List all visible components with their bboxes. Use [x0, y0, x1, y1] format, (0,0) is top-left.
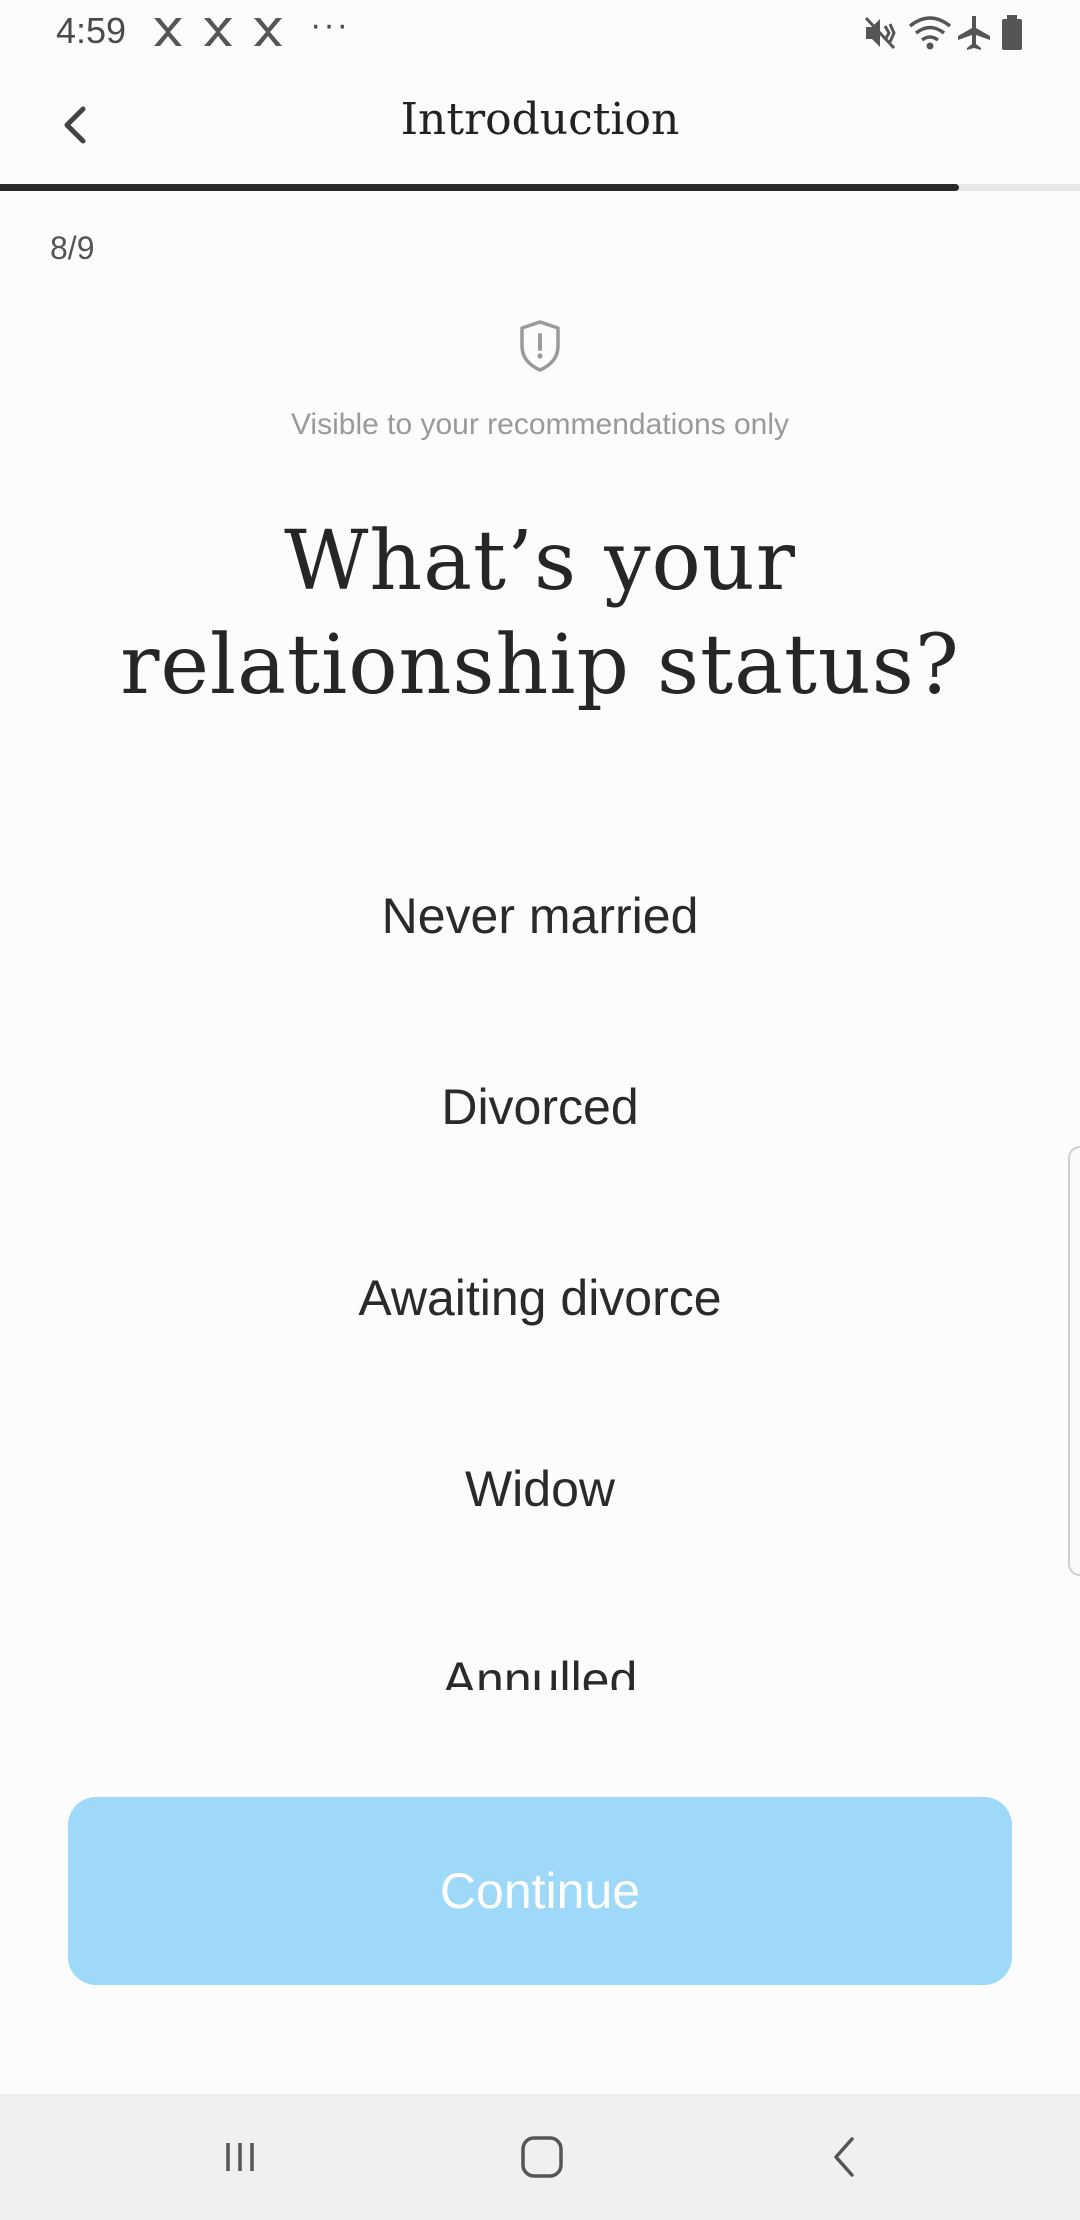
page-title: Introduction: [400, 94, 680, 145]
relationship-status-options[interactable]: Never married Divorced Awaiting divorce …: [0, 820, 1080, 1690]
continue-button[interactable]: Continue: [68, 1797, 1012, 1985]
visibility-note: Visible to your recommendations only: [290, 408, 790, 441]
step-counter: 8/9: [50, 230, 95, 266]
edge-panel-handle[interactable]: [1068, 1146, 1080, 1576]
option-widow[interactable]: Widow: [0, 1429, 1080, 1549]
question-line-1: What’s your: [284, 514, 796, 609]
status-time: 4:59: [56, 10, 127, 51]
back-icon: [834, 2137, 854, 2177]
status-overflow: ···: [310, 6, 350, 44]
shield-alert-icon: [520, 320, 560, 372]
recent-apps-icon: [226, 2143, 254, 2171]
progress-bar: [0, 184, 1080, 191]
status-bar: 4:59 ···: [0, 0, 1080, 64]
app-header: Introduction: [0, 64, 1080, 188]
progress-bar-fill: [0, 184, 960, 191]
option-awaiting-divorce[interactable]: Awaiting divorce: [0, 1238, 1080, 1358]
option-never-married[interactable]: Never married: [0, 856, 1080, 976]
system-nav-bar: [0, 2094, 1080, 2220]
x-shape-icon: [154, 18, 182, 46]
option-annulled[interactable]: Annulled: [0, 1620, 1080, 1690]
home-button[interactable]: [502, 2122, 582, 2192]
mute-vibrate-icon: [864, 16, 896, 50]
question-line-2: relationship status?: [120, 618, 960, 713]
system-back-button[interactable]: [804, 2122, 884, 2192]
airplane-icon: [958, 16, 990, 50]
battery-icon: [1002, 15, 1022, 50]
option-divorced[interactable]: Divorced: [0, 1047, 1080, 1167]
x-shape-icon: [254, 18, 282, 46]
wifi-icon: [908, 16, 952, 50]
home-icon: [521, 2136, 563, 2178]
question-heading: What’s your relationship status?: [100, 510, 980, 718]
x-shape-icon: [204, 18, 232, 46]
recent-apps-button[interactable]: [200, 2122, 280, 2192]
